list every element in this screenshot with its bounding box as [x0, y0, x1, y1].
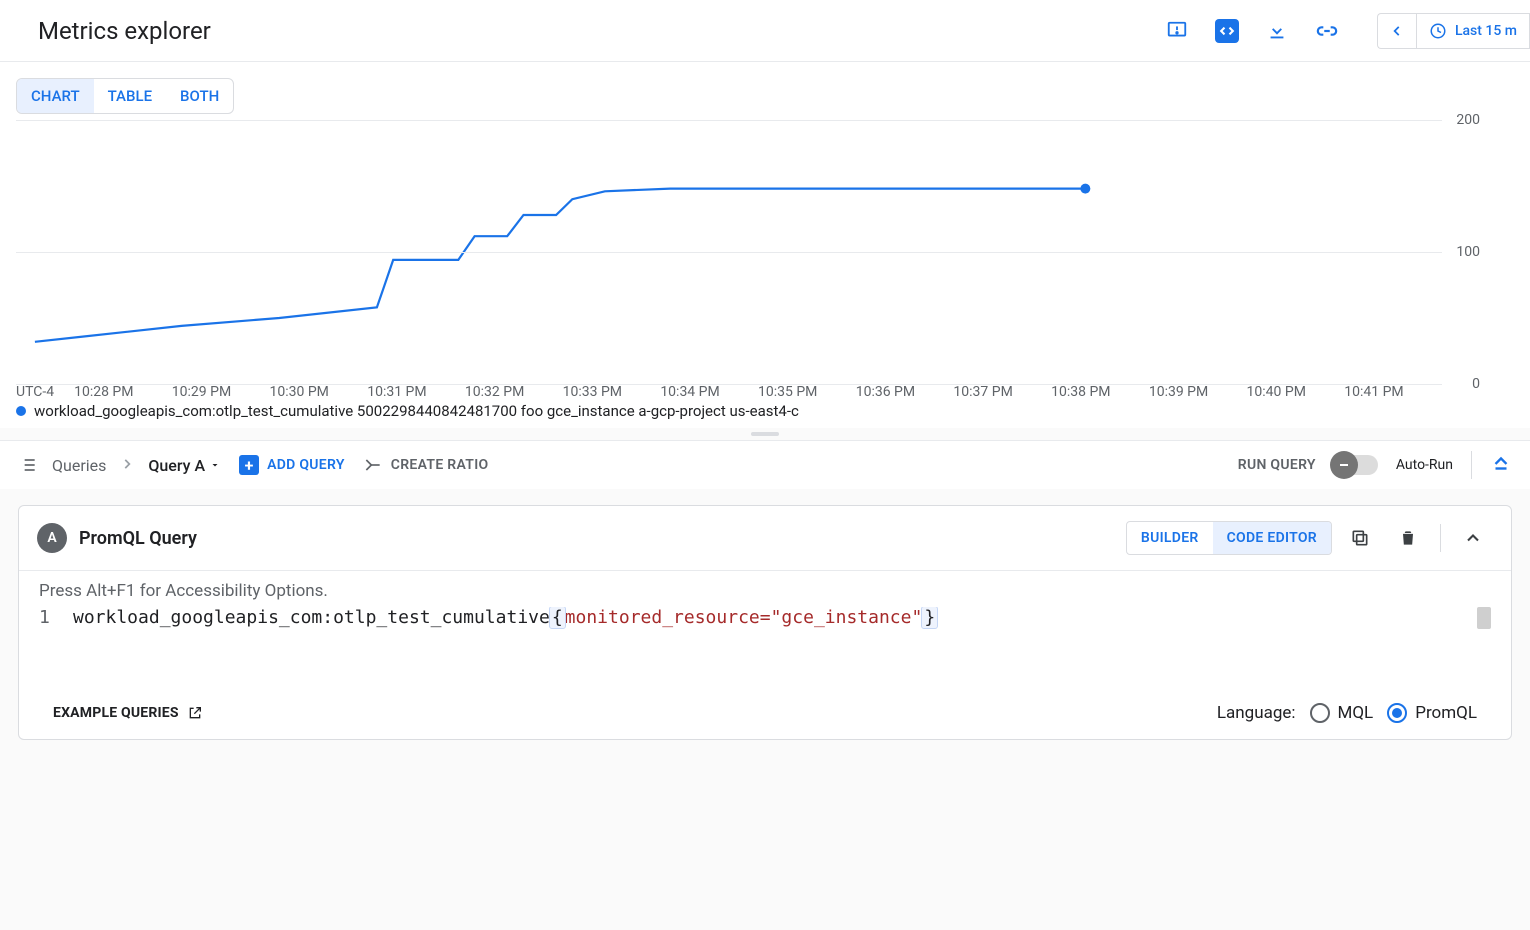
x-tick: 10:28 PM — [74, 384, 172, 400]
view-tabs: CHART TABLE BOTH — [16, 78, 234, 114]
code-editor[interactable]: 1 workload_googleapis_com:otlp_test_cumu… — [19, 601, 1511, 689]
x-tick: 10:38 PM — [1051, 384, 1149, 400]
lang-promql-radio[interactable]: PromQL — [1387, 703, 1477, 723]
queries-label[interactable]: Queries — [52, 456, 106, 475]
chart-section: CHART TABLE BOTH 0100200 UTC-4 10:28 PM1… — [0, 62, 1530, 428]
code-editor-button[interactable]: CODE EDITOR — [1213, 522, 1331, 554]
y-tick: 200 — [1456, 112, 1480, 128]
collapse-panel-icon[interactable] — [1490, 452, 1512, 478]
panel-title: PromQL Query — [79, 528, 197, 549]
divider — [1471, 451, 1472, 479]
link-icon[interactable] — [1315, 19, 1339, 43]
x-tick: 10:31 PM — [367, 384, 465, 400]
breadcrumb: Queries Query A — [18, 455, 221, 475]
page-title: Metrics explorer — [38, 17, 211, 45]
x-tick: 10:33 PM — [563, 384, 661, 400]
tab-table[interactable]: TABLE — [94, 79, 166, 113]
caret-down-icon — [209, 459, 221, 471]
copy-query-button[interactable] — [1340, 518, 1380, 558]
time-range-label: Last 15 m — [1455, 23, 1517, 39]
query-bar-right: RUN QUERY Auto-Run — [1238, 451, 1512, 479]
tab-both[interactable]: BOTH — [166, 79, 233, 113]
chevron-right-icon — [120, 456, 134, 475]
create-ratio-button[interactable]: CREATE RATIO — [363, 455, 489, 475]
query-selector[interactable]: Query A — [148, 456, 221, 475]
x-tick: 10:35 PM — [758, 384, 856, 400]
tab-chart[interactable]: CHART — [17, 79, 94, 113]
code-view-icon[interactable] — [1215, 19, 1239, 43]
y-tick: 100 — [1456, 244, 1480, 260]
chart-canvas: 0100200 — [16, 120, 1514, 384]
panel-header: A PromQL Query BUILDER CODE EDITOR — [19, 506, 1511, 571]
chart-legend[interactable]: workload_googleapis_com:otlp_test_cumula… — [16, 402, 1514, 420]
x-tick: 10:32 PM — [465, 384, 563, 400]
example-queries-link[interactable]: EXAMPLE QUERIES — [53, 705, 203, 721]
x-axis: UTC-4 10:28 PM10:29 PM10:30 PM10:31 PM10… — [16, 384, 1514, 400]
header-actions: Last 15 m — [1165, 13, 1530, 49]
app-header: Metrics explorer Last 15 m — [0, 0, 1530, 62]
pane-splitter[interactable] — [0, 428, 1530, 440]
legend-dot — [16, 406, 26, 416]
merge-icon — [363, 455, 383, 475]
add-query-button[interactable]: + ADD QUERY — [239, 455, 345, 475]
external-link-icon — [187, 705, 203, 721]
feedback-icon[interactable] — [1165, 19, 1189, 43]
x-tick: 10:30 PM — [270, 384, 368, 400]
x-tick: 10:41 PM — [1344, 384, 1442, 400]
builder-button[interactable]: BUILDER — [1127, 522, 1213, 554]
editor-mode-segment: BUILDER CODE EDITOR — [1126, 521, 1332, 555]
accessibility-hint: Press Alt+F1 for Accessibility Options. — [19, 571, 1511, 601]
list-icon — [18, 455, 38, 475]
clock-icon — [1429, 22, 1447, 40]
code-line[interactable]: workload_googleapis_com:otlp_test_cumula… — [73, 607, 1477, 629]
divider — [1440, 524, 1441, 552]
x-tick: 10:40 PM — [1247, 384, 1345, 400]
x-tick: 10:34 PM — [660, 384, 758, 400]
panel-footer: EXAMPLE QUERIES Language: MQL PromQL — [19, 689, 1511, 739]
time-range-button[interactable]: Last 15 m — [1416, 13, 1530, 49]
query-avatar: A — [37, 523, 67, 553]
time-prev-button[interactable] — [1377, 13, 1416, 49]
language-selector: Language: MQL PromQL — [1217, 703, 1477, 723]
y-tick: 0 — [1472, 376, 1480, 392]
auto-run-toggle[interactable] — [1334, 455, 1378, 475]
x-tick: 10:36 PM — [856, 384, 954, 400]
x-tick: 10:37 PM — [953, 384, 1051, 400]
line-number: 1 — [39, 607, 73, 629]
query-panel: A PromQL Query BUILDER CODE EDITOR Press… — [18, 505, 1512, 740]
language-label: Language: — [1217, 703, 1296, 723]
delete-query-button[interactable] — [1388, 518, 1428, 558]
x-tick: 10:29 PM — [172, 384, 270, 400]
run-query-button[interactable]: RUN QUERY — [1238, 457, 1316, 473]
legend-label: workload_googleapis_com:otlp_test_cumula… — [34, 402, 799, 420]
toggle-knob — [1330, 451, 1358, 479]
download-icon[interactable] — [1265, 19, 1289, 43]
plus-icon: + — [239, 455, 259, 475]
timezone-label: UTC-4 — [16, 384, 54, 400]
editor-minimap[interactable] — [1477, 607, 1491, 629]
query-bar: Queries Query A + ADD QUERY CREATE RATIO… — [0, 440, 1530, 489]
collapse-query-button[interactable] — [1453, 518, 1493, 558]
auto-run-label: Auto-Run — [1396, 457, 1453, 473]
lang-mql-radio[interactable]: MQL — [1310, 703, 1374, 723]
x-tick: 10:39 PM — [1149, 384, 1247, 400]
